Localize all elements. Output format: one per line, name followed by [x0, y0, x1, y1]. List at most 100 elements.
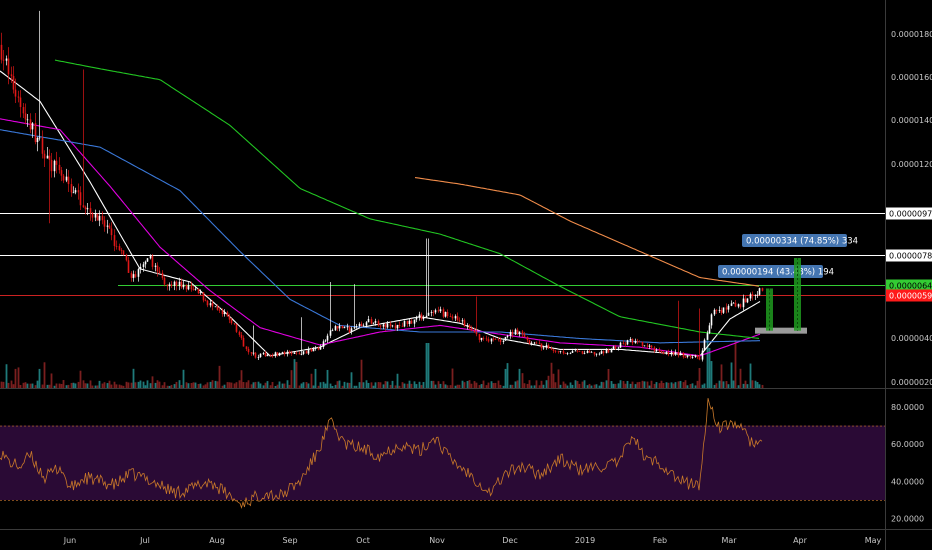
candle-body	[494, 338, 497, 340]
volume-bar	[408, 380, 411, 388]
candle-body	[122, 250, 125, 255]
volume-bar	[646, 381, 649, 388]
candle-body	[588, 350, 591, 353]
svg-text:0.00000645: 0.00000645	[889, 282, 932, 291]
volume-bar	[749, 363, 752, 388]
candle-body	[53, 160, 56, 172]
candle-body	[185, 284, 188, 290]
candle-body	[487, 339, 490, 342]
volume-bar	[634, 384, 637, 388]
candle-body	[70, 184, 73, 193]
volume-bar	[204, 384, 207, 388]
candle-body	[638, 341, 641, 343]
candle-body	[636, 340, 639, 342]
volume-bar	[50, 373, 53, 388]
candle-body	[682, 352, 685, 357]
volume-bar	[734, 340, 737, 388]
volume-bar	[602, 382, 605, 388]
volume-bar	[358, 382, 361, 388]
volume-bar	[588, 383, 591, 388]
candle-body	[65, 176, 68, 181]
volume-bar	[564, 383, 567, 388]
candle-body	[694, 355, 697, 357]
candle-body	[72, 192, 75, 194]
volume-bar	[252, 382, 255, 388]
volume-bar	[199, 383, 202, 388]
candle-body	[619, 342, 622, 348]
volume-bar	[598, 385, 601, 388]
candle-body	[194, 288, 197, 290]
volume-bar	[317, 385, 320, 388]
volume-bar	[720, 364, 723, 388]
volume-bar	[396, 373, 399, 388]
price-chart[interactable]: 0.00000194 (43.48%) 194 0.00000334 (74.85…	[0, 0, 932, 550]
candle-body	[374, 321, 377, 323]
volume-bar	[178, 380, 181, 388]
level-tag: 0.00000598	[886, 289, 932, 302]
volume-bar	[607, 369, 610, 388]
volume-bar	[226, 382, 229, 388]
candle-body	[389, 323, 392, 327]
candle-body	[202, 292, 205, 301]
volume-bar	[629, 383, 632, 388]
candle-body	[425, 315, 428, 318]
candle-body	[413, 319, 416, 324]
volume-bar	[146, 380, 149, 388]
volume-bar	[703, 383, 706, 388]
volume-bar	[281, 383, 284, 388]
volume-bar	[221, 385, 224, 388]
candle-body	[446, 311, 449, 317]
volume-bar	[444, 384, 447, 388]
candle-body	[742, 298, 745, 308]
volume-bar	[492, 383, 495, 388]
volume-bar	[382, 384, 385, 388]
volume-bar	[156, 380, 159, 388]
candle-body	[511, 331, 514, 335]
time-tick-label: Feb	[653, 536, 667, 545]
volume-bar	[19, 385, 22, 388]
time-tick-label: Apr	[793, 536, 808, 545]
candle-body	[420, 314, 423, 320]
candle-body	[686, 355, 689, 358]
volume-bar	[137, 381, 140, 388]
volume-bar	[559, 384, 562, 388]
candle-body	[86, 208, 89, 210]
volume-bar	[230, 382, 233, 388]
volume-bar	[62, 380, 65, 388]
candle-body	[648, 345, 651, 347]
candle-body	[127, 260, 130, 273]
candle-body	[36, 137, 39, 143]
volume-bar	[134, 382, 137, 388]
candle-body	[34, 123, 37, 143]
volume-bar	[41, 384, 44, 388]
volume-bar	[307, 383, 310, 388]
volume-bar	[266, 381, 269, 388]
candle-body	[43, 153, 46, 159]
candle-body	[41, 137, 44, 154]
candle-body	[298, 353, 301, 355]
candle-body	[634, 340, 637, 344]
candle-body	[396, 324, 399, 329]
candle-body	[394, 325, 397, 329]
volume-bar	[473, 381, 476, 388]
candle-body	[166, 284, 169, 287]
volume-bar	[475, 382, 478, 388]
volume-bar	[79, 370, 82, 388]
candle-body	[46, 155, 49, 159]
volume-bar	[341, 385, 344, 388]
candle-body	[106, 225, 109, 227]
candle-body	[134, 274, 137, 277]
volume-bar	[247, 380, 250, 388]
volume-bar	[739, 368, 742, 388]
candle-body	[667, 352, 670, 355]
candle-body	[82, 205, 85, 208]
candle-body	[331, 330, 334, 332]
volume-bar	[499, 384, 502, 388]
volume-bar	[410, 383, 413, 388]
candle-body	[466, 325, 469, 327]
candle-body	[230, 319, 233, 324]
candle-body	[751, 294, 754, 296]
candle-body	[353, 327, 356, 329]
volume-bar	[511, 384, 514, 388]
candle-body	[101, 215, 104, 221]
